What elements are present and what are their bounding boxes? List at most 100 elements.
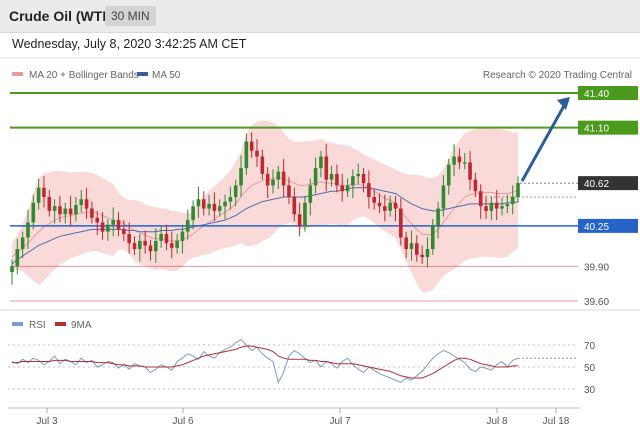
candle-body xyxy=(15,249,20,267)
candle-body xyxy=(489,202,494,211)
candle-body xyxy=(249,141,254,151)
candle-body xyxy=(175,240,179,248)
candle-body xyxy=(457,156,462,163)
rsi-panel-layer: 70 50 30 xyxy=(8,338,596,396)
candle-body xyxy=(47,197,52,211)
candle-body xyxy=(361,173,366,184)
candle-body xyxy=(265,173,270,186)
candle-body xyxy=(367,183,371,197)
candle-body xyxy=(430,225,435,249)
candle-body xyxy=(510,197,515,204)
candle-body xyxy=(191,206,195,221)
candle-body xyxy=(415,243,419,255)
candle-body xyxy=(223,201,227,207)
candle-body xyxy=(212,203,217,211)
candle-body xyxy=(308,185,313,203)
candle-body xyxy=(116,220,121,230)
x-tick-label: Jul 3 xyxy=(36,416,58,427)
candle-body xyxy=(404,237,408,249)
x-tick-label: Jul 18 xyxy=(543,416,570,427)
candle-body xyxy=(260,156,265,174)
candle-body xyxy=(292,197,297,215)
x-tick-label: Jul 7 xyxy=(329,416,351,427)
candle-body xyxy=(377,202,382,207)
candle-body xyxy=(42,187,46,197)
candle-body xyxy=(201,199,206,209)
candle-body xyxy=(345,185,350,192)
candle-body xyxy=(244,141,249,169)
rsi-tick-30: 30 xyxy=(584,385,596,396)
candle-body xyxy=(180,231,185,241)
candle-body xyxy=(207,203,211,209)
candle-body xyxy=(441,185,446,209)
projection-arrow-layer xyxy=(520,97,570,182)
candle-body xyxy=(425,249,430,258)
candle-body xyxy=(297,214,302,226)
legend-swatch-rsi xyxy=(12,322,23,326)
x-axis-layer: Jul 3 Jul 6 Jul 7 Jul 8 Jul 18 xyxy=(36,408,570,427)
candle-body xyxy=(478,191,483,207)
candle-body xyxy=(90,208,94,218)
x-tick-label: Jul 6 xyxy=(172,416,194,427)
level-tag-label-40.25: 40.25 xyxy=(584,222,609,233)
level-tag-label-41.10: 41.10 xyxy=(584,124,609,135)
candle-body xyxy=(356,173,361,177)
candle-body xyxy=(388,202,392,211)
candle-body xyxy=(143,240,147,246)
candle-body xyxy=(399,208,403,238)
candle-body xyxy=(84,199,89,209)
candle-body xyxy=(281,171,286,186)
candle-body xyxy=(26,222,30,238)
candle-body xyxy=(329,173,334,180)
level-label-39.60: 39.60 xyxy=(584,297,609,308)
candle-body xyxy=(138,240,142,249)
candle-body xyxy=(500,206,504,209)
candle-body xyxy=(132,243,137,249)
candle-body xyxy=(452,156,456,165)
candle-body xyxy=(164,233,169,244)
level-label-39.90: 39.90 xyxy=(584,262,609,273)
candle-body xyxy=(233,185,238,197)
candle-body xyxy=(79,199,84,206)
legend-swatch-ma20 xyxy=(12,72,23,76)
candle-body xyxy=(36,187,41,203)
legend-swatch-9ma xyxy=(55,322,66,326)
candle-body xyxy=(148,245,153,252)
candle-body xyxy=(340,185,345,192)
candle-body xyxy=(169,243,174,248)
candle-body xyxy=(100,222,105,232)
legend-label-ma20: MA 20 + Bollinger Bands xyxy=(29,70,139,81)
candle-body xyxy=(95,217,100,223)
candle-body xyxy=(217,206,222,211)
candle-body xyxy=(255,150,259,157)
level-tag-label-40.62: 40.62 xyxy=(584,179,609,190)
projection-arrow-shaft xyxy=(520,103,567,182)
credit-text: Research © 2020 Trading Central xyxy=(483,70,632,81)
rsi-line xyxy=(11,338,519,384)
candle-body xyxy=(52,206,57,211)
candle-body xyxy=(196,199,201,207)
candle-body xyxy=(319,156,323,169)
candle-body xyxy=(420,254,424,258)
candle-body xyxy=(473,179,478,192)
candle-body xyxy=(393,202,398,209)
candle-body xyxy=(303,202,307,226)
candle-body xyxy=(446,164,451,186)
candle-body xyxy=(335,173,339,186)
candle-body xyxy=(154,240,158,252)
candle-body xyxy=(74,205,78,215)
candle-body xyxy=(484,206,488,211)
candle-body xyxy=(31,202,36,223)
candle-body xyxy=(228,197,233,202)
candle-body xyxy=(185,220,190,232)
candle-body xyxy=(271,179,275,186)
candle-body xyxy=(494,202,499,209)
legend-label-ma50: MA 50 xyxy=(152,70,181,81)
candle-body xyxy=(20,237,25,249)
legend-label-rsi: RSI xyxy=(29,320,46,331)
candle-body xyxy=(372,197,376,203)
candle-body xyxy=(287,185,291,197)
candle-body xyxy=(351,176,355,186)
candle-body xyxy=(276,171,281,180)
rsi-tick-70: 70 xyxy=(584,341,596,352)
